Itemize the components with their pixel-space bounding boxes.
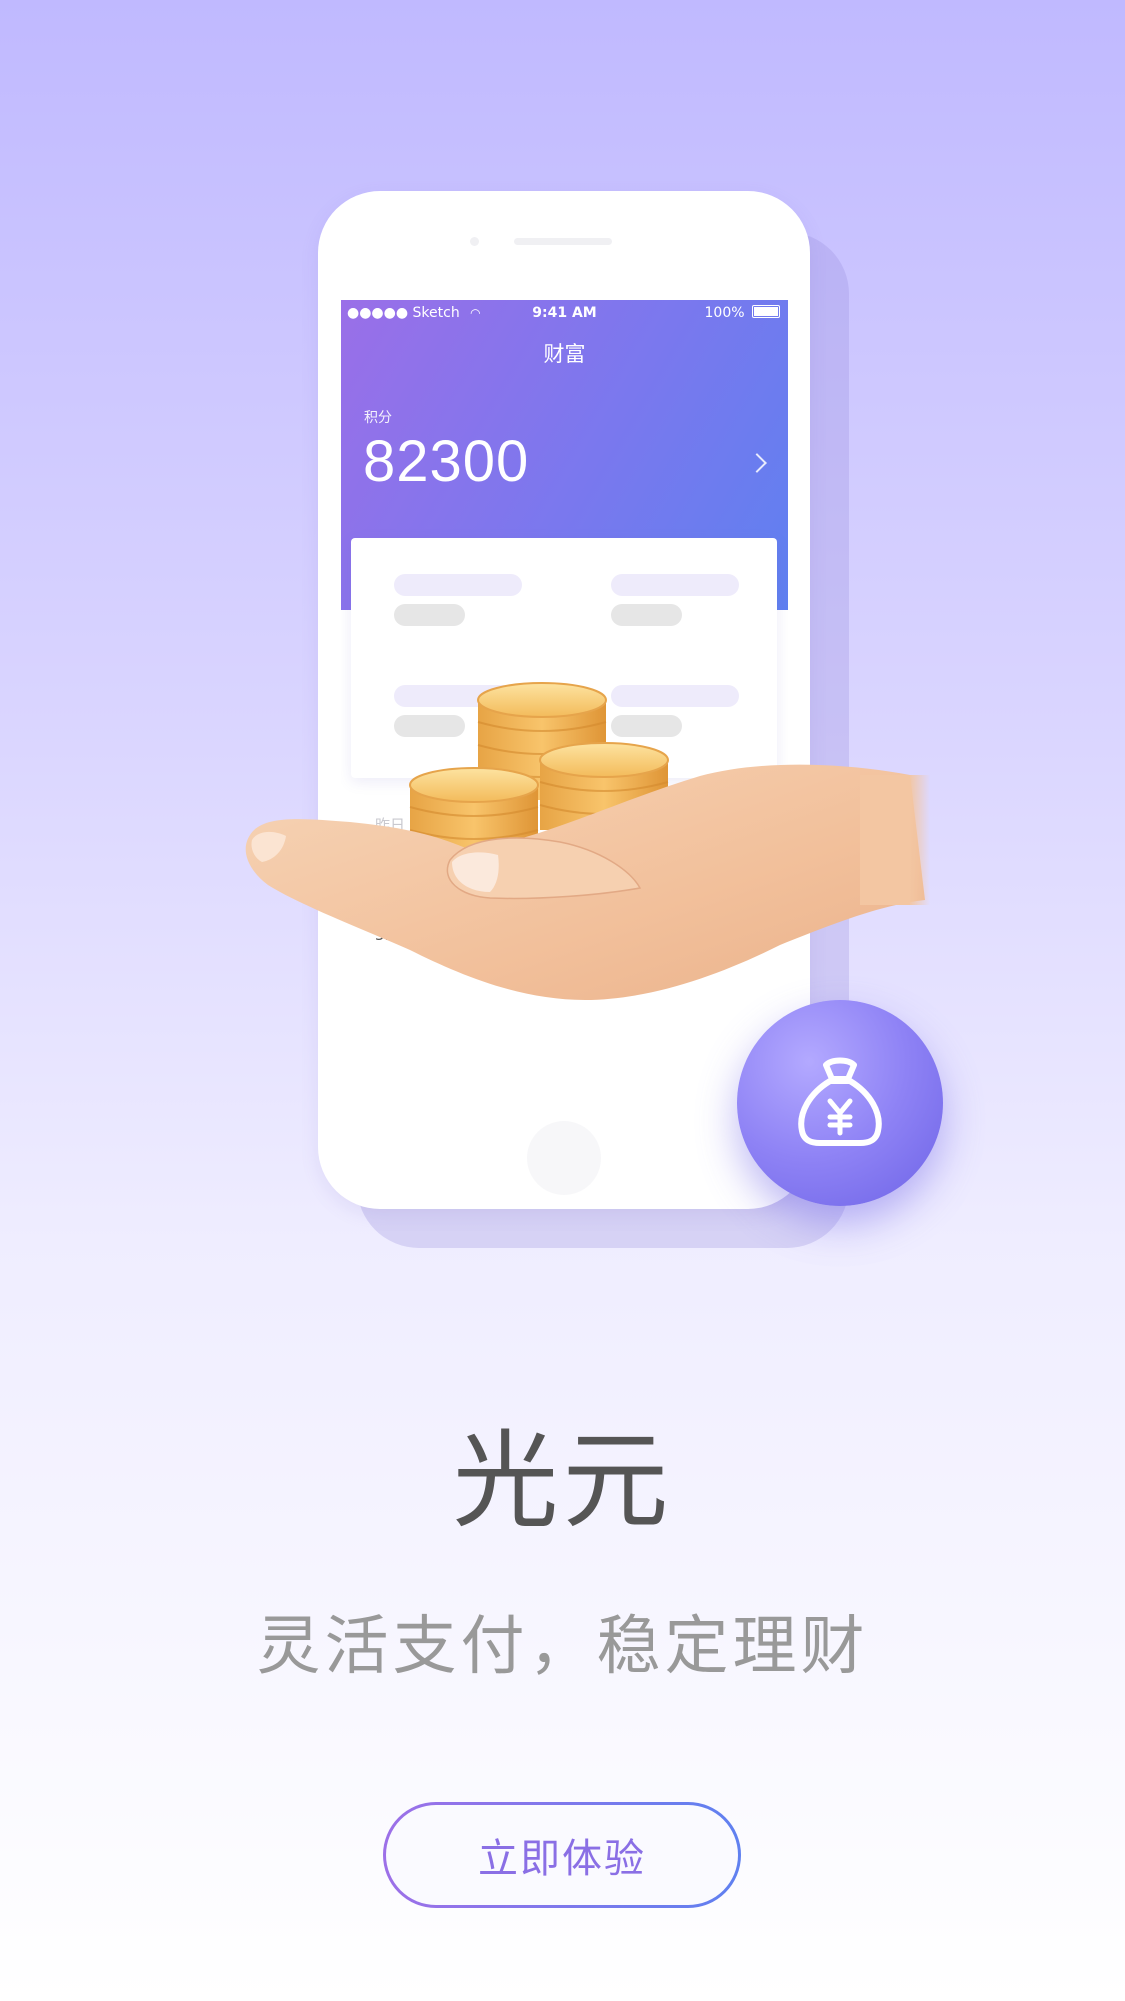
money-bag-yen-icon [798, 1057, 882, 1146]
money-bag-badge [737, 1000, 943, 1206]
points-value: 82300 [363, 429, 530, 494]
placeholder-bar [394, 685, 522, 707]
phone-speaker [514, 238, 612, 245]
try-now-button[interactable]: 立即体验 [383, 1802, 741, 1908]
placeholder-bar [611, 685, 739, 707]
placeholder-bar [611, 604, 682, 626]
phone-camera [470, 237, 479, 246]
phone-mockup: ●●●●● Sketch ◠ 9:41 AM 100% 财富 积分 82300 [318, 191, 810, 1209]
placeholder-bar [394, 715, 465, 737]
status-bar: ●●●●● Sketch ◠ 9:41 AM 100% [341, 300, 788, 328]
battery-icon [752, 305, 780, 318]
info-card [351, 538, 777, 778]
placeholder-bar [394, 574, 522, 596]
placeholder-bar [611, 574, 739, 596]
points-label: 积分 [364, 410, 392, 426]
yesterday-label: 昨日 [375, 816, 406, 834]
brand-tagline: 灵活支付，稳定理财 [256, 1610, 869, 1684]
chevron-right-icon[interactable] [747, 453, 767, 473]
placeholder-bar [394, 604, 465, 626]
phone-screen: ●●●●● Sketch ◠ 9:41 AM 100% 财富 积分 82300 [341, 300, 788, 1106]
battery-label: 100% [704, 305, 745, 321]
brand-title: 光元 [452, 1420, 673, 1543]
screen-title: 财富 [543, 342, 586, 366]
placeholder-bar [611, 715, 682, 737]
yesterday-value: 5. [375, 926, 390, 944]
home-button [527, 1121, 601, 1195]
